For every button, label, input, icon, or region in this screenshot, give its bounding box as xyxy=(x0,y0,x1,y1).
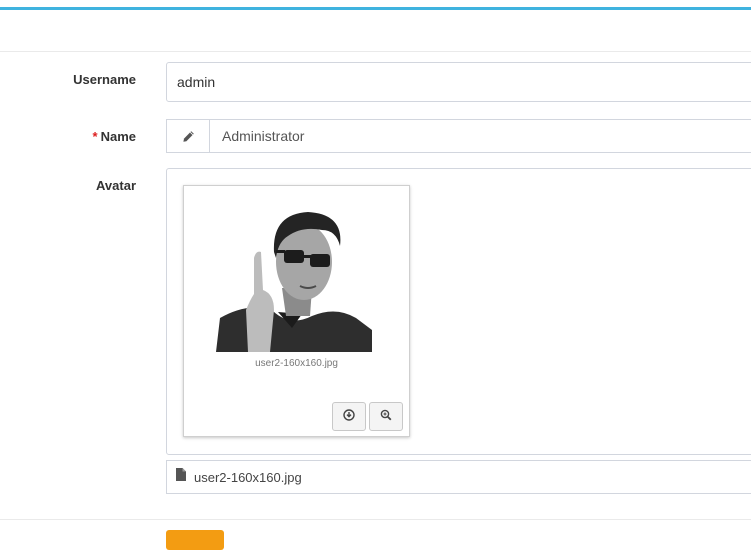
divider-bottom xyxy=(0,519,751,520)
file-icon xyxy=(176,468,186,486)
avatar-file-caption: user2-160x160.jpg xyxy=(255,358,338,369)
pencil-icon xyxy=(167,120,210,152)
avatar-thumbnail-card: user2-160x160.jpg xyxy=(183,185,410,437)
avatar-image xyxy=(216,200,372,352)
avatar-filename-display: user2-160x160.jpg xyxy=(166,460,751,494)
zoom-button[interactable] xyxy=(369,402,403,431)
zoom-in-icon xyxy=(380,409,392,424)
required-marker: * xyxy=(92,129,98,144)
divider-top xyxy=(0,51,751,52)
name-input-group xyxy=(166,119,751,153)
username-input[interactable] xyxy=(166,62,751,102)
download-icon xyxy=(343,409,355,424)
download-button[interactable] xyxy=(332,402,366,431)
avatar-label: Avatar xyxy=(96,178,136,193)
name-label: * Name xyxy=(93,129,136,144)
name-label-text: Name xyxy=(100,129,136,144)
username-label: Username xyxy=(73,72,136,87)
avatar-filename: user2-160x160.jpg xyxy=(194,469,302,485)
submit-button[interactable] xyxy=(166,530,224,550)
header-accent-bar xyxy=(0,7,751,10)
name-input[interactable] xyxy=(210,120,751,152)
